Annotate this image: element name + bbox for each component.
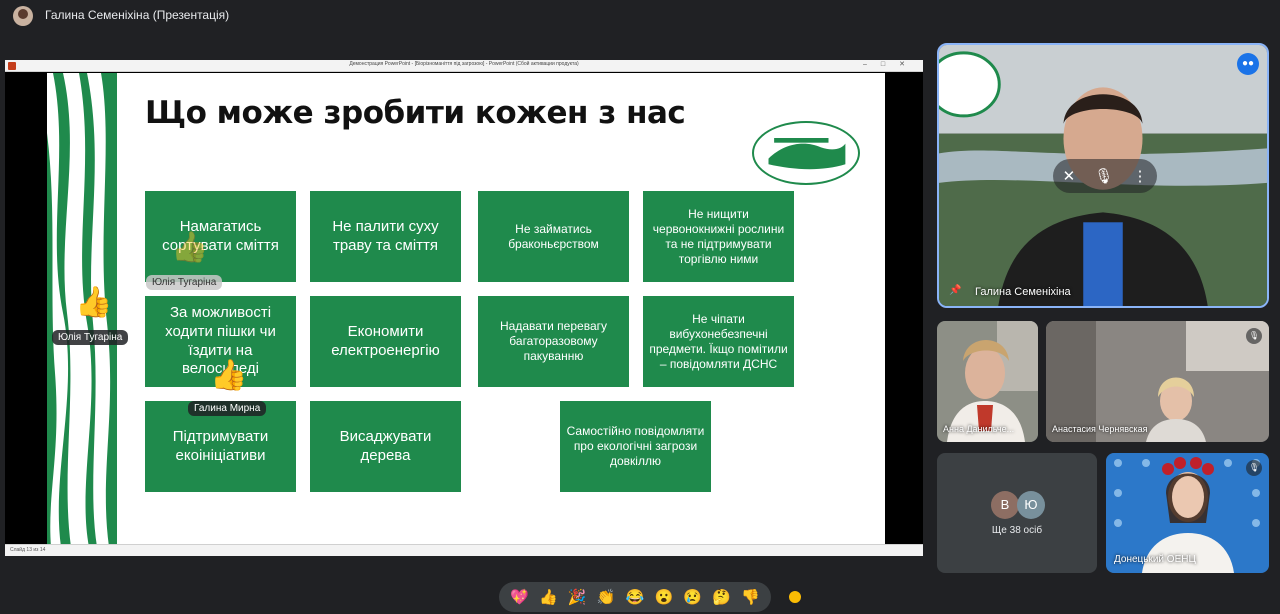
- party-reaction-button[interactable]: 🎉: [568, 588, 587, 606]
- window-controls: –□✕: [863, 61, 919, 68]
- powerpoint-window-title: Демонстрация PowerPoint - [Біорізноманіт…: [349, 61, 579, 67]
- participant-name: Галина Семеніхіна: [975, 286, 1071, 298]
- thumbs-up-reaction-icon: 👍: [75, 286, 113, 319]
- participant-name: Анастасия Чернявская: [1052, 424, 1148, 434]
- thumbs-up-reaction-button[interactable]: 👍: [539, 588, 558, 606]
- pin-icon: 📌: [949, 285, 962, 296]
- participant-name: Анна Данильче...: [943, 424, 1015, 434]
- reaction-name-tag: Юлія Тугаріна: [146, 275, 223, 290]
- more-participants-tile[interactable]: В Ю Ще 38 осіб: [937, 453, 1097, 573]
- surprised-reaction-button[interactable]: 😮: [654, 588, 673, 606]
- action-tile: Не займатись браконьєрством: [478, 191, 629, 282]
- thumbs-down-reaction-button[interactable]: 👎: [741, 588, 760, 606]
- action-tile: Не палити суху траву та сміття: [310, 191, 461, 282]
- participant-tile[interactable]: 🎙 Анастасия Чернявская: [1046, 321, 1269, 442]
- presentation-slide: Що може зробити кожен з нас Намагатись с…: [47, 73, 885, 547]
- participant-tile[interactable]: 🎙 Донецький ОЕНЦ: [1106, 453, 1269, 573]
- tile-hover-controls: ✕ 🎙 ⋮: [1053, 159, 1157, 193]
- presenter-title: Галина Семеніхіна (Презентація): [45, 8, 230, 22]
- pin-off-icon[interactable]: ✕: [1063, 167, 1076, 185]
- action-tile: Не нищити червонокнижні рослини та не пі…: [643, 191, 794, 282]
- action-tile: Намагатись сортувати сміття: [145, 191, 296, 282]
- skin-tone-selector-icon[interactable]: [787, 589, 803, 605]
- sad-reaction-button[interactable]: 😢: [683, 588, 702, 606]
- participant-tile-main[interactable]: ●● ✕ 🎙 ⋮ 📌 Галина Семеніхіна: [937, 43, 1269, 308]
- thumbs-up-reaction-icon: 👍: [210, 359, 248, 392]
- microphone-off-icon: 🎙: [1246, 460, 1262, 476]
- thinking-reaction-button[interactable]: 🤔: [712, 588, 731, 606]
- action-tile: Самостійно повідомляти про екологічні за…: [560, 401, 711, 492]
- shared-screen: Демонстрация PowerPoint - [Біорізноманіт…: [5, 60, 923, 556]
- meeting-topbar: Галина Семеніхіна (Презентація): [0, 0, 1280, 31]
- slide-heading: Що може зробити кожен з нас: [145, 95, 686, 131]
- presenter-avatar: [13, 6, 33, 26]
- slide-counter: Слайд 13 из 14: [10, 547, 46, 553]
- reaction-name-tag: Юлія Тугаріна: [52, 330, 129, 345]
- powerpoint-titlebar: Демонстрация PowerPoint - [Біорізноманіт…: [5, 60, 923, 72]
- reaction-name-tag: Галина Мирна: [188, 401, 267, 416]
- more-participants-label: Ще 38 осіб: [991, 525, 1043, 536]
- speaking-indicator-icon: ●●: [1237, 53, 1259, 75]
- powerpoint-statusbar: Слайд 13 из 14: [5, 544, 923, 556]
- participant-name: Донецький ОЕНЦ: [1114, 554, 1196, 565]
- action-tile: Економити електроенергію: [310, 296, 461, 387]
- laugh-reaction-button[interactable]: 😂: [626, 588, 645, 606]
- reactions-bar: 💖 👍 🎉 👏 😂 😮 😢 🤔 👎: [499, 582, 771, 612]
- action-tile: Висаджувати дерева: [310, 401, 461, 492]
- action-tile: Надавати перевагу багаторазовому пакуван…: [478, 296, 629, 387]
- clap-reaction-button[interactable]: 👏: [597, 588, 616, 606]
- heart-reaction-button[interactable]: 💖: [510, 588, 529, 606]
- microphone-off-icon: 🎙: [1246, 328, 1262, 344]
- thumbs-up-reaction-icon: 👍: [171, 231, 209, 264]
- more-options-icon[interactable]: ⋮: [1132, 167, 1147, 185]
- participant-tile[interactable]: Анна Данильче...: [937, 321, 1038, 442]
- action-tile: Не чіпати вибухонебезпечні предмети. Їкщ…: [643, 296, 794, 387]
- microphone-icon[interactable]: 🎙: [1094, 167, 1113, 185]
- participant-initial-avatar: Ю: [1017, 491, 1045, 519]
- participant-initial-avatar: В: [991, 491, 1019, 519]
- organization-logo: [752, 121, 860, 185]
